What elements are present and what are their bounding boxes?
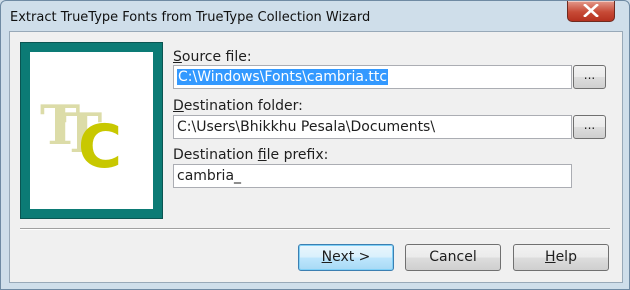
close-icon	[583, 4, 599, 17]
destination-folder-label: Destination folder:	[173, 98, 303, 114]
next-button[interactable]: Next >	[298, 244, 394, 271]
wizard-window: Extract TrueType Fonts from TrueType Col…	[0, 0, 630, 290]
help-button[interactable]: Help	[513, 244, 609, 271]
title-bar[interactable]: Extract TrueType Fonts from TrueType Col…	[1, 1, 629, 31]
window-title: Extract TrueType Fonts from TrueType Col…	[10, 10, 371, 25]
destination-folder-input[interactable]: C:\Users\Bhikkhu Pesala\Documents\	[173, 115, 572, 139]
destination-browse-button[interactable]: ...	[573, 115, 606, 139]
ttc-logo-icon: T T C	[40, 93, 122, 182]
source-file-value: C:\Windows\Fonts\cambria.ttc	[177, 69, 389, 85]
button-divider	[20, 228, 610, 230]
logo-letter-c: C	[78, 112, 122, 182]
wizard-image-frame: T T C	[20, 42, 163, 219]
source-file-label: Source file:	[173, 49, 252, 65]
wizard-body: T T C Source file: C:\Windows\Fonts\camb…	[9, 31, 623, 283]
wizard-image: T T C	[30, 52, 153, 209]
source-browse-button[interactable]: ...	[573, 65, 606, 89]
file-prefix-input[interactable]: cambria_	[173, 164, 572, 188]
source-file-input[interactable]: C:\Windows\Fonts\cambria.ttc	[173, 65, 572, 89]
cancel-button[interactable]: Cancel	[405, 244, 501, 271]
file-prefix-label: Destination file prefix:	[173, 147, 329, 163]
close-button[interactable]	[567, 1, 615, 22]
